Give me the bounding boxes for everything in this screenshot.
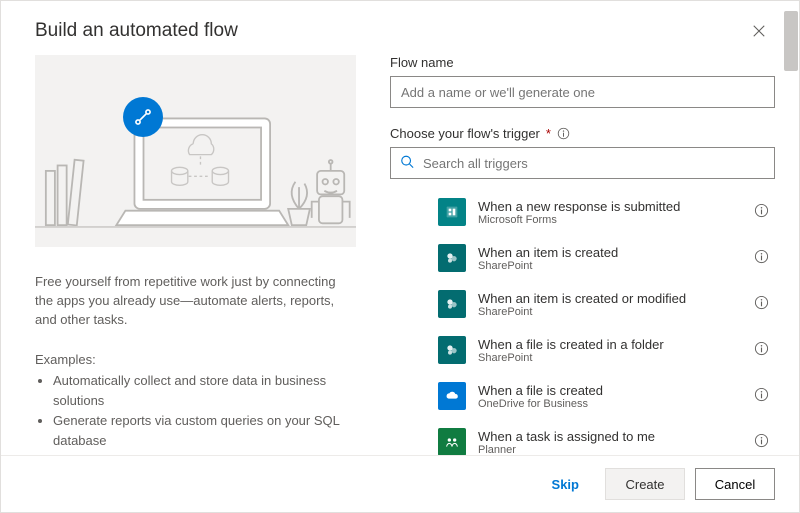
trigger-title: When an item is created <box>478 245 742 260</box>
trigger-text: When a file is created in a folderShareP… <box>478 337 742 364</box>
examples-label: Examples: <box>35 352 356 367</box>
build-flow-modal: Build an automated flow <box>0 0 800 513</box>
trigger-title: When a new response is submitted <box>478 199 742 214</box>
trigger-search-input[interactable] <box>390 147 775 179</box>
trigger-text: When an item is createdSharePoint <box>478 245 742 272</box>
trigger-text: When a task is assigned to mePlanner <box>478 429 742 456</box>
trigger-title: When a file is created in a folder <box>478 337 742 352</box>
trigger-text: When a new response is submittedMicrosof… <box>478 199 742 226</box>
trigger-info-icon[interactable] <box>754 249 769 267</box>
trigger-app-icon <box>438 382 466 410</box>
description-text: Free yourself from repetitive work just … <box>35 273 356 330</box>
trigger-info-icon[interactable] <box>754 203 769 221</box>
trigger-label: Choose your flow's trigger * <box>390 126 775 141</box>
modal-header: Build an automated flow <box>1 1 799 55</box>
trigger-text: When an item is created or modifiedShare… <box>478 291 742 318</box>
skip-button[interactable]: Skip <box>536 468 595 500</box>
right-column: Flow name Choose your flow's trigger * W… <box>390 55 787 455</box>
trigger-app-icon <box>438 336 466 364</box>
trigger-item[interactable]: When a file is created in a folderShareP… <box>390 327 775 373</box>
create-button[interactable]: Create <box>605 468 685 500</box>
trigger-title: When a task is assigned to me <box>478 429 742 444</box>
trigger-title: When an item is created or modified <box>478 291 742 306</box>
info-icon[interactable] <box>557 127 570 140</box>
trigger-item[interactable]: When an item is created or modifiedShare… <box>390 281 775 327</box>
trigger-item[interactable]: When a new response is submittedMicrosof… <box>390 189 775 235</box>
required-asterisk: * <box>546 126 551 141</box>
trigger-app-icon <box>438 428 466 455</box>
left-column: Free yourself from repetitive work just … <box>35 55 390 455</box>
trigger-subtitle: SharePoint <box>478 306 742 318</box>
trigger-title: When a file is created <box>478 383 742 398</box>
cancel-button[interactable]: Cancel <box>695 468 775 500</box>
modal-body: Free yourself from repetitive work just … <box>1 55 799 455</box>
close-button[interactable] <box>743 15 775 47</box>
trigger-info-icon[interactable] <box>754 295 769 313</box>
trigger-search <box>390 147 775 179</box>
flow-name-input[interactable] <box>390 76 775 108</box>
modal-footer: Skip Create Cancel <box>1 455 799 512</box>
close-icon <box>752 24 766 38</box>
trigger-subtitle: OneDrive for Business <box>478 398 742 410</box>
trigger-app-icon <box>438 290 466 318</box>
example-item: Automatically collect and store data in … <box>53 371 356 411</box>
illustration <box>35 55 356 247</box>
trigger-item[interactable]: When a file is createdOneDrive for Busin… <box>390 373 775 419</box>
trigger-text: When a file is createdOneDrive for Busin… <box>478 383 742 410</box>
trigger-app-icon <box>438 198 466 226</box>
trigger-subtitle: Microsoft Forms <box>478 214 742 226</box>
trigger-info-icon[interactable] <box>754 341 769 359</box>
outer-scrollbar-thumb[interactable] <box>784 11 798 71</box>
modal-title: Build an automated flow <box>35 20 238 42</box>
examples-list: Automatically collect and store data in … <box>35 371 356 452</box>
flow-badge-icon <box>123 97 163 137</box>
trigger-app-icon <box>438 244 466 272</box>
example-item: Generate reports via custom queries on y… <box>53 411 356 451</box>
trigger-subtitle: SharePoint <box>478 260 742 272</box>
trigger-item[interactable]: When an item is createdSharePoint <box>390 235 775 281</box>
trigger-list[interactable]: When a new response is submittedMicrosof… <box>390 189 775 455</box>
trigger-info-icon[interactable] <box>754 387 769 405</box>
trigger-subtitle: Planner <box>478 444 742 456</box>
search-icon <box>400 155 414 172</box>
trigger-subtitle: SharePoint <box>478 352 742 364</box>
trigger-item[interactable]: When a task is assigned to mePlanner <box>390 419 775 455</box>
flow-name-label: Flow name <box>390 55 775 70</box>
trigger-info-icon[interactable] <box>754 433 769 451</box>
